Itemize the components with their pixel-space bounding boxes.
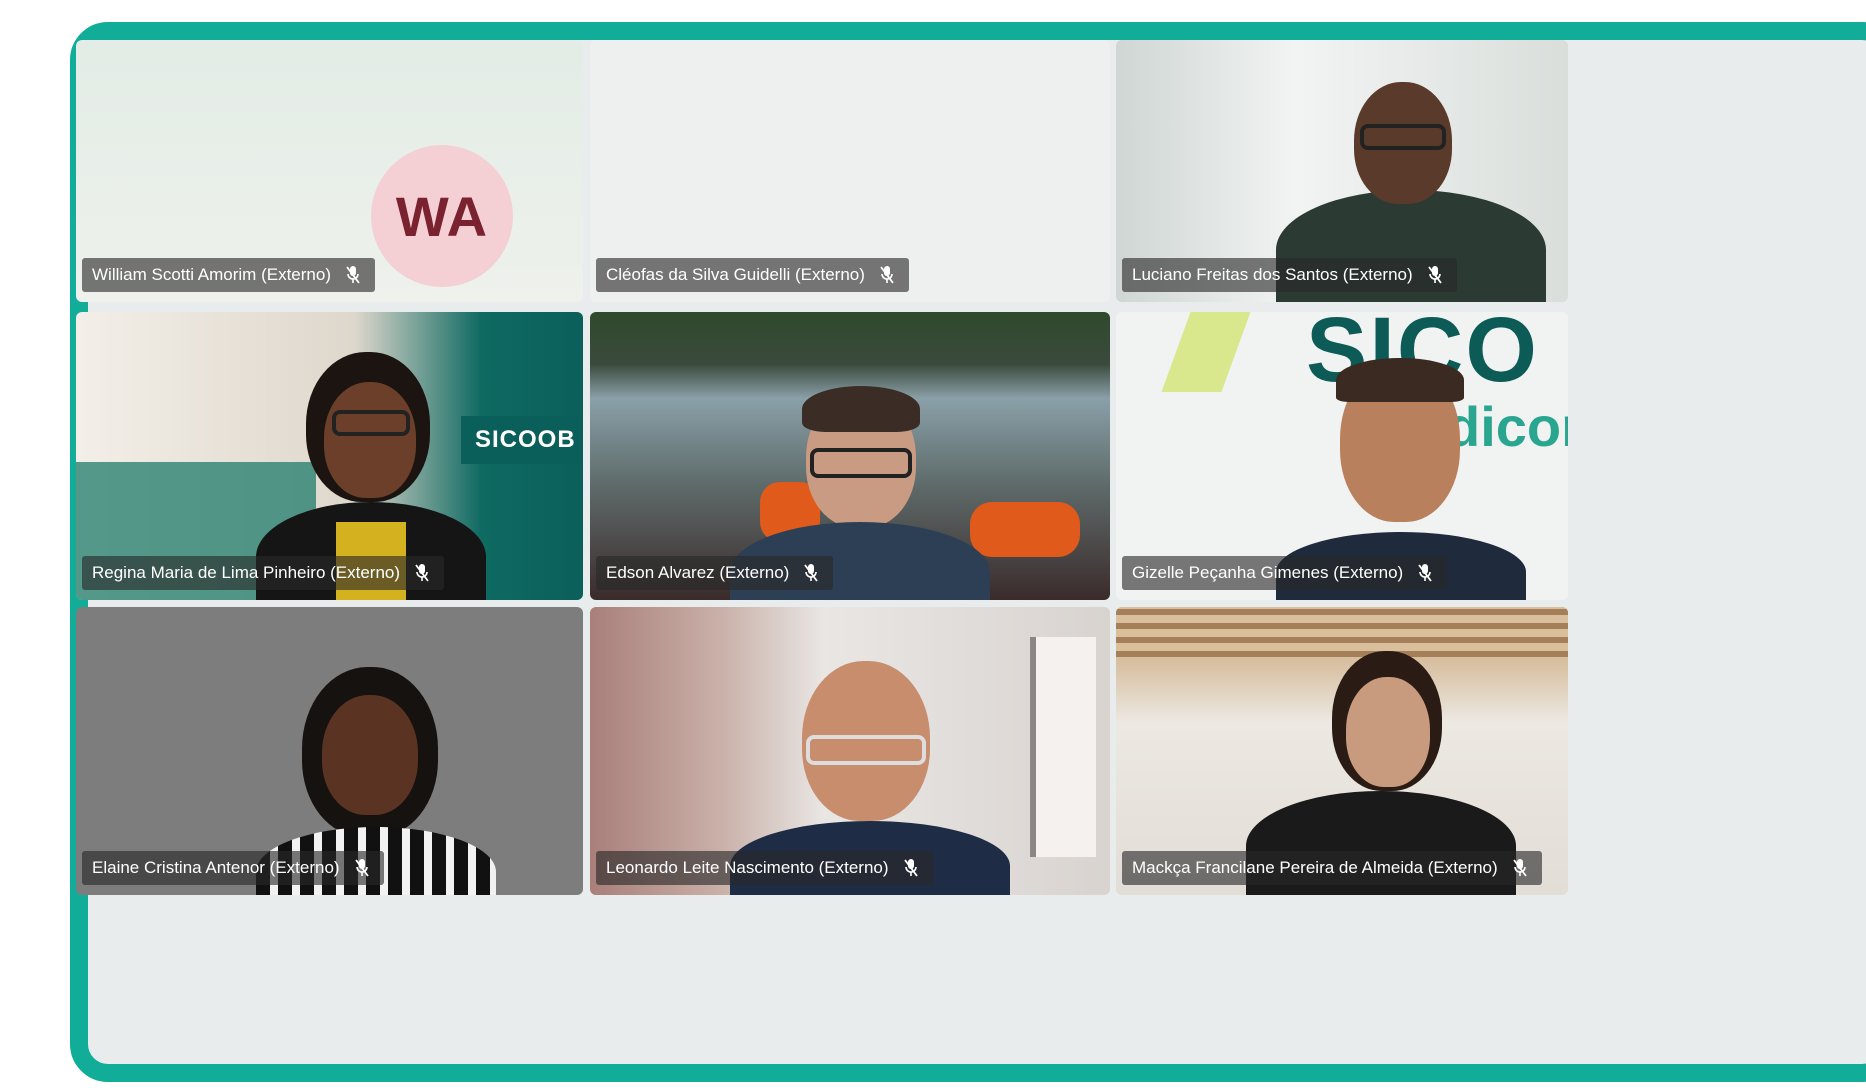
participant-name-label: Edson Alvarez (Externo) [596, 556, 834, 590]
participant-tile-elaine[interactable]: Elaine Cristina Antenor (Externo) [76, 607, 583, 895]
participant-name-label: William Scotti Amorim (Externo) [82, 258, 375, 292]
participant-name: Edson Alvarez (Externo) [606, 563, 790, 582]
participant-name-label: Cléofas da Silva Guidelli (Externo) [596, 258, 909, 292]
participant-tile-regina[interactable]: SICOOB Regina Maria de Lima Pinheiro (Ex… [76, 312, 583, 600]
participant-name: Leonardo Leite Nascimento (Externo) [606, 858, 889, 877]
microphone-off-icon [1427, 266, 1442, 284]
participant-name: Regina Maria de Lima Pinheiro (Externo) [92, 563, 401, 582]
microphone-off-icon [804, 564, 819, 582]
participant-name: Elaine Cristina Antenor (Externo) [92, 858, 340, 877]
participant-name-label: Leonardo Leite Nascimento (Externo) [596, 851, 933, 885]
microphone-off-icon [903, 859, 918, 877]
participant-name-label: Regina Maria de Lima Pinheiro (Externo) [82, 556, 445, 590]
participant-name-label: Gizelle Peçanha Gimenes (Externo) [1122, 556, 1448, 590]
participant-name: Luciano Freitas dos Santos (Externo) [1132, 265, 1413, 284]
participant-name: Gizelle Peçanha Gimenes (Externo) [1132, 563, 1404, 582]
participant-tile-luciano[interactable]: Luciano Freitas dos Santos (Externo) [1116, 40, 1568, 302]
participant-tile-cleofas[interactable]: Cléofas da Silva Guidelli (Externo) [590, 40, 1110, 302]
background-window [1030, 637, 1096, 857]
participant-name-label: Luciano Freitas dos Santos (Externo) [1122, 258, 1457, 292]
avatar: WA [371, 145, 513, 287]
background-beams [1116, 607, 1568, 657]
participant-tile-gizelle[interactable]: SICO dicon Gizelle Peçanha Gimenes (Exte… [1116, 312, 1568, 600]
participant-name: William Scotti Amorim (Externo) [92, 265, 331, 284]
microphone-off-icon [880, 266, 894, 284]
microphone-off-icon [354, 859, 369, 877]
participant-name: Cléofas da Silva Guidelli (Externo) [606, 265, 865, 284]
participant-tile-leonardo[interactable]: Leonardo Leite Nascimento (Externo) [590, 607, 1110, 895]
background-logo [1161, 312, 1251, 392]
microphone-off-icon [1418, 564, 1432, 582]
participant-tile-mackca[interactable]: Mackça Francilane Pereira de Almeida (Ex… [1116, 607, 1568, 895]
microphone-off-icon [415, 564, 429, 582]
microphone-off-icon [1512, 859, 1527, 877]
participant-name: Mackça Francilane Pereira de Almeida (Ex… [1132, 858, 1498, 877]
participant-name-label: Elaine Cristina Antenor (Externo) [82, 851, 384, 885]
participant-tile-edson[interactable]: Edson Alvarez (Externo) [590, 312, 1110, 600]
microphone-off-icon [346, 266, 360, 284]
participant-tile-william[interactable]: WA William Scotti Amorim (Externo) [76, 40, 583, 302]
participant-name-label: Mackça Francilane Pereira de Almeida (Ex… [1122, 851, 1542, 885]
